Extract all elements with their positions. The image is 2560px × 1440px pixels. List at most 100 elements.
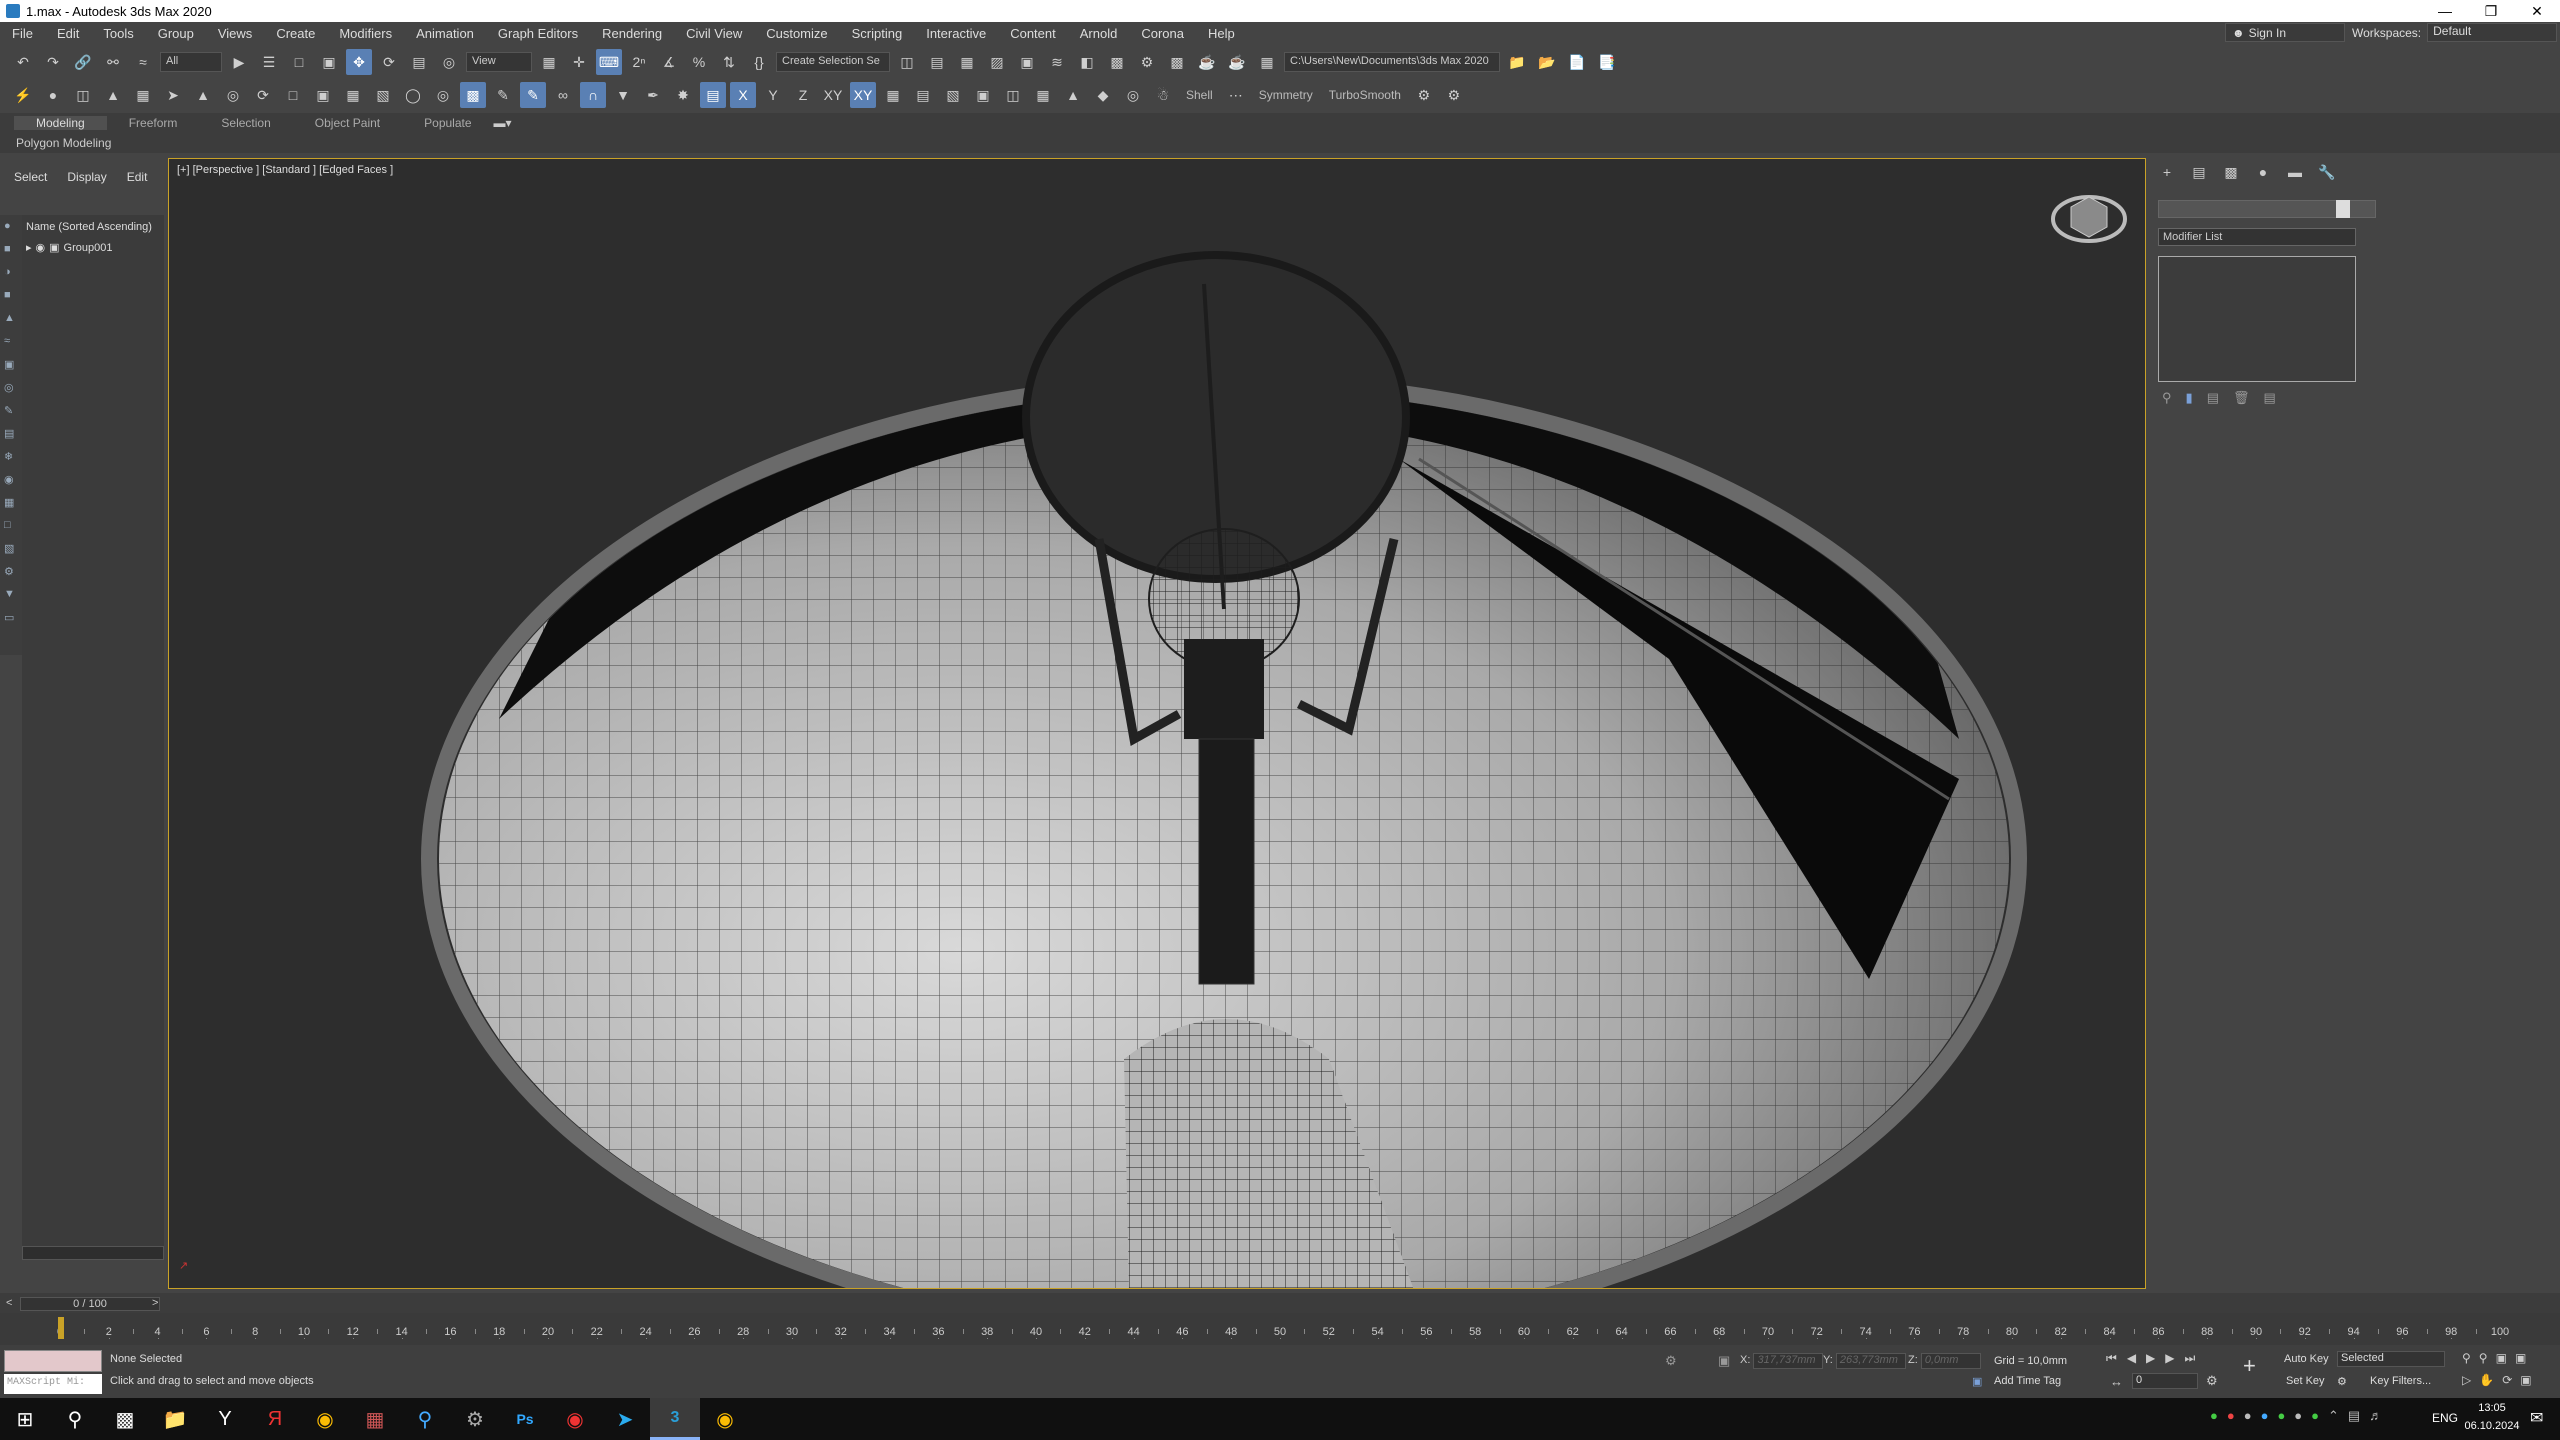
menu-modifiers[interactable]: Modifiers [327, 26, 404, 41]
tray-app-icon-4[interactable]: ● [2261, 1408, 2269, 1424]
bind-space-warp-icon[interactable]: ≈ [130, 49, 156, 75]
select-by-name-icon[interactable]: ☰ [256, 49, 282, 75]
selection-filter-dropdown[interactable]: All [160, 52, 222, 72]
telegram-icon[interactable]: ➤ [600, 1398, 650, 1440]
axis-y-button[interactable]: Y [760, 82, 786, 108]
funnel-icon[interactable]: ▼ [610, 82, 636, 108]
shell-button[interactable]: Shell [1180, 88, 1219, 102]
orbit-nav-icon[interactable]: ⟳ [2502, 1373, 2512, 1387]
lamp-icon[interactable]: ▲ [190, 82, 216, 108]
menu-tools[interactable]: Tools [91, 26, 145, 41]
key-mode-dropdown[interactable]: Selected [2337, 1351, 2445, 1367]
grid-icon[interactable]: ▦ [130, 82, 156, 108]
maximize-viewport-icon[interactable]: ▣ [2520, 1373, 2531, 1387]
time-slider-prev-icon[interactable]: < [6, 1297, 12, 1309]
tray-app-icon-1[interactable]: ● [2210, 1408, 2218, 1424]
set-key-big-icon[interactable]: + [2243, 1353, 2256, 1379]
toggle-ribbon-icon[interactable]: ▣ [1014, 49, 1040, 75]
display-helpers-icon[interactable]: ▲ [4, 312, 18, 326]
figure-icon[interactable]: ☃ [1150, 82, 1176, 108]
orbit-icon[interactable]: ⟳ [250, 82, 276, 108]
menu-arnold[interactable]: Arnold [1068, 26, 1130, 41]
windows-start-icon[interactable]: ⊞ [0, 1398, 50, 1440]
next-frame-icon[interactable]: ▶ [2165, 1351, 2174, 1366]
xform-icon[interactable]: ▤ [700, 82, 726, 108]
display-tab-icon[interactable]: ▬ [2286, 164, 2304, 182]
current-frame-field[interactable]: 0 [2132, 1373, 2198, 1389]
motion-tab-icon[interactable]: ● [2254, 164, 2272, 182]
reference-coord-dropdown[interactable]: View [466, 52, 532, 72]
visibility-eye-icon[interactable]: ◉ [36, 241, 46, 254]
tab-edit[interactable]: Edit [127, 170, 148, 184]
play-icon[interactable]: ▶ [2146, 1351, 2155, 1366]
tab-select[interactable]: Select [14, 170, 47, 184]
maxscript-input[interactable]: MAXScript Mi: [4, 1374, 102, 1394]
window-crossing-icon[interactable]: ▣ [316, 49, 342, 75]
layer-icon[interactable]: ▭ [4, 611, 18, 625]
snap-grid-icon[interactable]: ▩ [460, 82, 486, 108]
list-item[interactable]: ▸ ◉ ▣ Group001 [22, 239, 164, 256]
ribbon-options-icon[interactable]: ▬▾ [494, 116, 512, 130]
spacing-icon[interactable]: ▤ [910, 82, 936, 108]
tray-app-icon-5[interactable]: ● [2277, 1408, 2285, 1424]
proxy-icon[interactable]: ▦ [340, 82, 366, 108]
place-icon[interactable]: ◎ [436, 49, 462, 75]
menu-edit[interactable]: Edit [45, 26, 91, 41]
chrome-icon[interactable]: ◉ [300, 1398, 350, 1440]
y-field[interactable]: 263,773mm [1835, 1353, 1906, 1369]
display-shapes-icon[interactable]: ■ [4, 243, 18, 257]
workspaces-dropdown[interactable]: Default [2427, 23, 2557, 42]
menu-customize[interactable]: Customize [754, 26, 839, 41]
link-icon[interactable]: 🔗 [70, 49, 96, 75]
menu-scripting[interactable]: Scripting [840, 26, 915, 41]
axis-z-button[interactable]: Z [790, 82, 816, 108]
polygon-modeling-label[interactable]: Polygon Modeling [16, 136, 111, 150]
spinner-snap-icon[interactable]: ⇅ [716, 49, 742, 75]
auto-key-button[interactable]: Auto Key [2284, 1353, 2329, 1365]
project-folder-dropdown[interactable]: C:\Users\New\Documents\3ds Max 2020 [1284, 52, 1500, 72]
open-project-icon[interactable]: 📂 [1534, 49, 1560, 75]
rendered-frame-window-icon[interactable]: ▩ [1164, 49, 1190, 75]
time-config-icon[interactable]: ⚙ [2206, 1373, 2218, 1389]
sphere-icon[interactable]: ● [40, 82, 66, 108]
symmetry-tool-icon[interactable]: ◆ [1090, 82, 1116, 108]
mirror-icon[interactable]: ◫ [894, 49, 920, 75]
prev-frame-icon[interactable]: ◀ [2127, 1351, 2136, 1366]
paint-icon[interactable]: ✎ [520, 82, 546, 108]
close-button[interactable]: ✕ [2514, 0, 2560, 22]
configure-sets-icon[interactable]: ▤ [2264, 390, 2276, 406]
set-project-icon[interactable]: 📑 [1594, 49, 1620, 75]
tool-app-icon[interactable]: ⚙ [450, 1398, 500, 1440]
menu-interactive[interactable]: Interactive [914, 26, 998, 41]
tab-display[interactable]: Display [67, 170, 106, 184]
cursor-icon[interactable]: ➤ [160, 82, 186, 108]
pivot-center-icon[interactable]: ▦ [536, 49, 562, 75]
display-groups-icon[interactable]: ▣ [4, 358, 18, 372]
3dsmax-taskbar-icon[interactable]: 3 [650, 1398, 700, 1440]
tray-app-icon-7[interactable]: ● [2311, 1408, 2319, 1424]
tab-freeform[interactable]: Freeform [107, 116, 200, 130]
menu-file[interactable]: File [0, 26, 45, 41]
select-scale-icon[interactable]: ▤ [406, 49, 432, 75]
find-icon[interactable]: ⚙ [4, 565, 18, 579]
modify-tab-icon[interactable]: ▤ [2190, 164, 2208, 182]
column-header[interactable]: Name (Sorted Ascending) [22, 215, 164, 239]
menu-corona[interactable]: Corona [1129, 26, 1196, 41]
display-invert-icon[interactable]: ▧ [4, 542, 18, 556]
volume-icon[interactable]: ♬ [2369, 1408, 2382, 1424]
scene-explorer-icon[interactable]: ▦ [954, 49, 980, 75]
explorer-hscrollbar[interactable] [22, 1246, 164, 1260]
tray-app-icon-2[interactable]: ● [2227, 1408, 2235, 1424]
tray-app-icon-6[interactable]: ● [2294, 1408, 2302, 1424]
x-field[interactable]: 317,737mm [1753, 1353, 1824, 1369]
task-view-icon[interactable]: ▩ [100, 1398, 150, 1440]
checker-icon[interactable]: ▦ [1030, 82, 1056, 108]
photoshop-icon[interactable]: Ps [500, 1398, 550, 1440]
tab-selection[interactable]: Selection [199, 116, 292, 130]
keyboard-shortcut-override-icon[interactable]: ⌨ [596, 49, 622, 75]
display-xrefs-icon[interactable]: ◎ [4, 381, 18, 395]
object-color-swatch[interactable] [2336, 200, 2350, 218]
new-project-icon[interactable]: 📄 [1564, 49, 1590, 75]
array-icon[interactable]: ▦ [880, 82, 906, 108]
display-hidden-icon[interactable]: ◉ [4, 473, 18, 487]
